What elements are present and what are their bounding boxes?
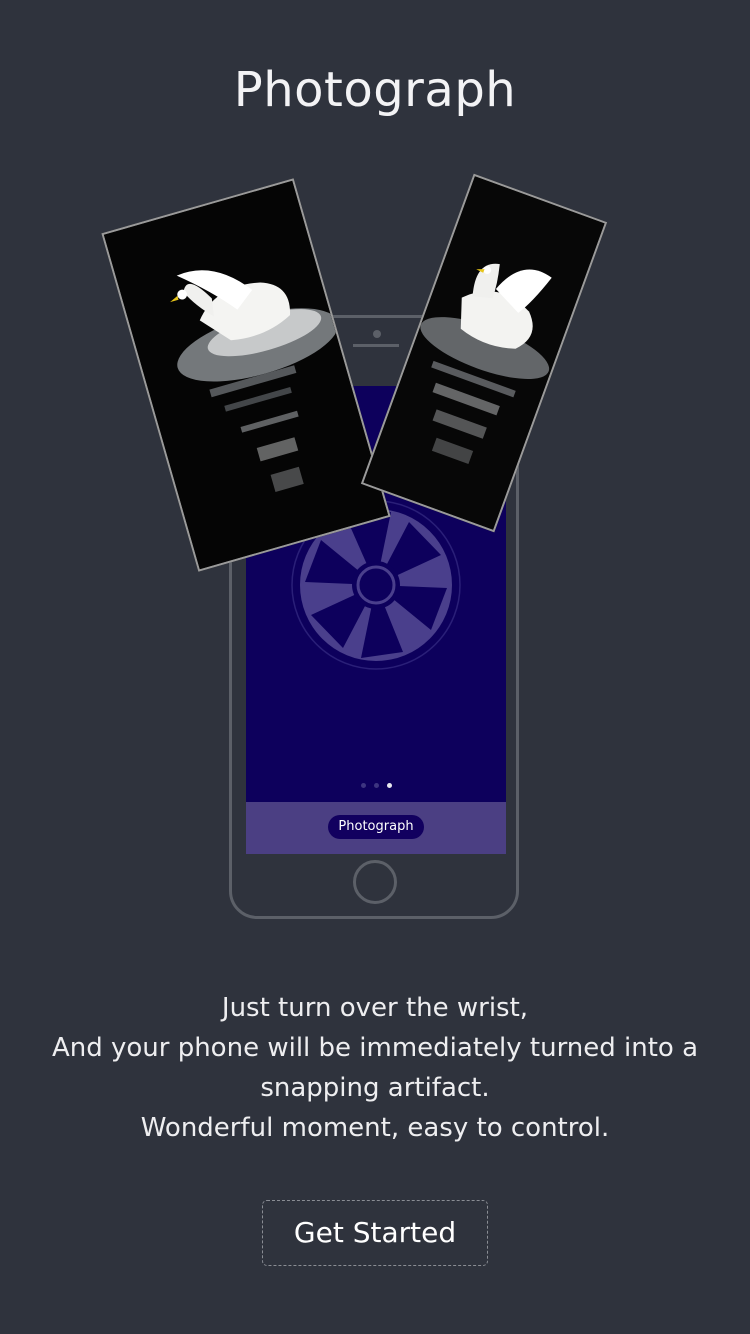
onboarding-page: Photograph Photograph Just turn over the… <box>0 0 750 1334</box>
description-line: snapping artifact. <box>260 1073 490 1103</box>
phone-screen-footer: Photograph <box>246 802 506 854</box>
onboarding-description: Just turn over the wrist, And your phone… <box>20 988 730 1148</box>
page-indicator-dot-active[interactable] <box>386 783 392 788</box>
phone-photograph-button[interactable]: Photograph <box>328 815 424 839</box>
description-line: And your phone will be immediately turne… <box>51 1033 699 1063</box>
description-line: Wonderful moment, easy to control. <box>140 1113 610 1143</box>
page-indicator-dot[interactable] <box>360 783 366 788</box>
swan-photo <box>103 180 389 570</box>
get-started-button[interactable]: Get Started <box>262 1200 488 1266</box>
page-title: Photograph <box>233 62 517 118</box>
phone-home-button <box>353 860 397 904</box>
page-indicator <box>246 783 506 788</box>
phone-illustration: Photograph <box>0 160 750 950</box>
description-line: Just turn over the wrist, <box>221 993 529 1023</box>
phone-camera-icon <box>373 330 381 338</box>
swan-photo-left <box>101 178 391 572</box>
page-indicator-dot[interactable] <box>373 783 379 788</box>
